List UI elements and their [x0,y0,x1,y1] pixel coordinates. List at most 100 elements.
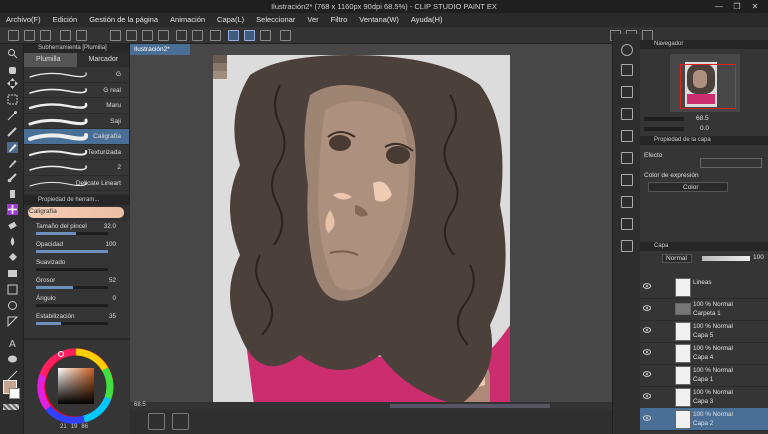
clear-outside-icon[interactable] [126,30,137,41]
brush-item[interactable]: Delicate Lineart [24,176,129,191]
panel-icon-10[interactable] [621,240,633,252]
visibility-eye-icon[interactable] [643,393,651,399]
brush-item[interactable]: Texturizada [24,145,129,160]
move-tool-icon[interactable] [7,78,18,89]
visibility-eye-icon[interactable] [643,327,651,333]
layer-row[interactable]: 100 % Normal Capa 1 [640,364,768,387]
ellipse-tool-icon[interactable] [7,300,18,311]
text-tool-icon[interactable]: A [7,338,18,350]
visibility-eye-icon[interactable] [643,305,651,311]
fill-tool-icon[interactable] [7,252,18,263]
layer-row[interactable]: Lineas [640,276,768,299]
panel-icon-4[interactable] [621,108,633,120]
expression-color-select[interactable]: Color [648,182,728,192]
property-value[interactable]: 52 [109,277,116,284]
effect-buttons[interactable] [700,158,762,168]
navigator-icon[interactable] [621,44,633,56]
menu-gestion-pagina[interactable]: Gestión de la página [83,13,164,27]
material-icon[interactable] [172,413,189,430]
panel-icon-3[interactable] [621,86,633,98]
brush-item[interactable]: Maru [24,98,129,114]
zoom-readout[interactable]: 68.5 [134,402,146,408]
property-slider[interactable] [36,286,108,289]
navigator-preview[interactable] [670,54,740,112]
brush-item[interactable]: 2 [24,160,129,176]
tab-plumilla[interactable]: Plumilla [24,53,77,67]
horizontal-scrollbar[interactable] [390,404,550,408]
undo-icon[interactable] [60,30,71,41]
property-slider[interactable] [36,322,108,325]
magic-wand-icon[interactable] [7,110,18,121]
brush-item[interactable]: Saji [24,114,129,129]
sub-color-swatch[interactable] [9,388,20,399]
navigator-rotation-value[interactable]: 0.0 [700,125,709,132]
canvas-area[interactable]: Ilustración2* [130,44,612,422]
menu-ver[interactable]: Ver [301,13,324,27]
property-slider[interactable] [36,268,108,271]
property-slider[interactable] [36,232,108,235]
hand-tool-icon[interactable] [7,64,18,75]
property-value[interactable]: 0 [112,295,116,302]
selection-tool-icon[interactable] [7,94,18,105]
menu-animacion[interactable]: Animación [164,13,211,27]
panel-icon-7[interactable] [621,174,633,186]
navigator-view-frame[interactable] [680,64,736,109]
menu-capa[interactable]: Capa(L) [211,13,250,27]
navigator-zoom-value[interactable]: 68.5 [696,115,709,122]
deselect-icon[interactable] [176,30,187,41]
scale-icon[interactable] [158,30,169,41]
balloon-tool-icon[interactable] [7,354,18,365]
opacity-value[interactable]: 100 [753,254,764,261]
brush-item[interactable]: Caligrafía [24,129,129,145]
menu-archivo[interactable]: Archivo(F) [0,13,47,27]
menu-ayuda[interactable]: Ayuda(H) [405,13,449,27]
document-tab[interactable]: Ilustración2* [130,44,190,55]
layer-row[interactable]: 100 % Normal Capa 4 [640,342,768,365]
color-wheel[interactable] [24,340,130,434]
invert-selection-icon[interactable] [192,30,203,41]
eyedropper-icon[interactable] [7,126,18,137]
frame-tool-icon[interactable] [7,316,19,328]
property-slider[interactable] [36,304,108,307]
close-button[interactable]: ✕ [746,0,764,13]
opacity-slider[interactable] [702,256,750,261]
property-value[interactable]: 35 [109,313,116,320]
layer-row[interactable]: 100 % Normal Capa 2 [640,408,768,431]
eraser-tool-icon[interactable] [7,220,18,231]
transparent-color-swatch[interactable] [3,404,19,410]
help-icon[interactable] [280,30,291,41]
zoom-tool-icon[interactable] [7,48,18,59]
menu-ventana[interactable]: Ventana(W) [353,13,405,27]
artwork[interactable] [130,55,612,413]
brush-item[interactable]: G real [24,83,129,98]
property-value[interactable]: 32.0 [104,223,116,230]
snap-ruler-icon[interactable] [228,30,239,41]
brush-tool-icon[interactable] [7,172,18,183]
visibility-eye-icon[interactable] [643,415,651,421]
pencil-tool-icon[interactable] [7,158,18,169]
quick-access-icon[interactable] [148,413,165,430]
gradient-tool-icon[interactable] [7,268,18,279]
blend-tool-icon[interactable] [7,236,18,247]
panel-icon-6[interactable] [621,152,633,164]
panel-icon-9[interactable] [621,218,633,230]
layer-row[interactable]: 100 % Normal Capa 3 [640,386,768,409]
menu-edicion[interactable]: Edición [47,13,84,27]
minimize-button[interactable]: — [710,0,728,13]
maximize-button[interactable]: ❐ [728,0,746,13]
panel-icon-8[interactable] [621,196,633,208]
panel-icon-2[interactable] [621,64,633,76]
clear-icon[interactable] [110,30,121,41]
decoration-tool-icon[interactable] [7,204,18,215]
property-slider[interactable] [36,250,108,253]
new-file-icon[interactable] [8,30,19,41]
visibility-eye-icon[interactable] [643,283,651,289]
visibility-eye-icon[interactable] [643,349,651,355]
open-file-icon[interactable] [24,30,35,41]
fill-icon[interactable] [142,30,153,41]
layer-row[interactable]: 100 % Normal Capa 5 [640,320,768,343]
snap-special-ruler-icon[interactable] [244,30,255,41]
snap-grid-icon[interactable] [260,30,271,41]
figure-tool-icon[interactable] [7,284,18,295]
show-selection-icon[interactable] [210,30,221,41]
